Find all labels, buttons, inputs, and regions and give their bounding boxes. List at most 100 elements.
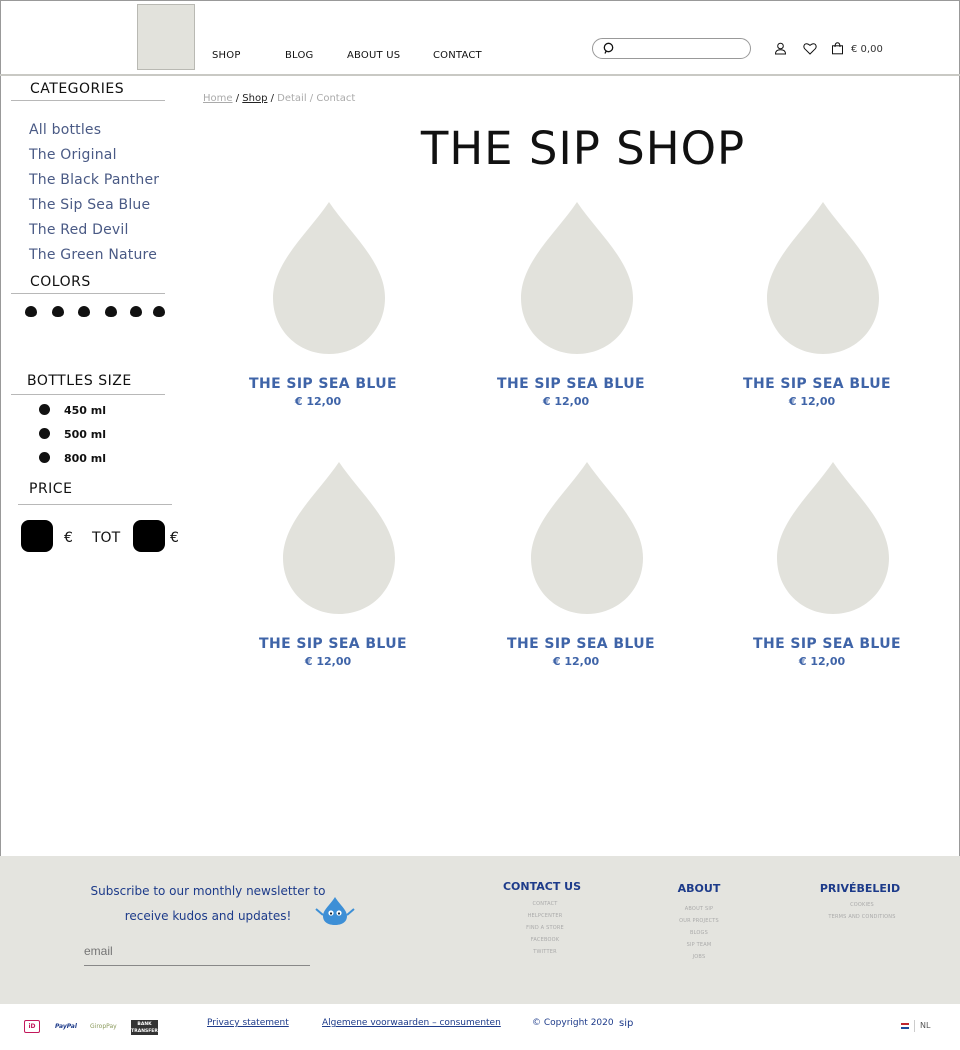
cart-icon[interactable] (831, 42, 844, 55)
dutch-flag-icon[interactable] (901, 1023, 909, 1029)
privacy-statement-link[interactable]: Privacy statement (207, 1018, 289, 1028)
footer-link[interactable]: ABOUT SIP (659, 903, 739, 915)
size-radio[interactable] (39, 428, 50, 439)
heart-icon[interactable] (803, 42, 817, 55)
product-name[interactable]: THE SIP SEA BLUE (223, 376, 423, 392)
search-bar[interactable] (592, 38, 751, 59)
giropay-logo: GiropPay (90, 1023, 117, 1030)
categories-divider (11, 100, 165, 101)
nav-shop[interactable]: SHOP (212, 50, 241, 61)
product-card[interactable]: THE SIP SEA BLUE € 12,00 (223, 202, 423, 422)
ideal-logo: iD (24, 1020, 40, 1033)
colors-title: COLORS (30, 274, 91, 290)
color-swatch[interactable] (105, 306, 117, 317)
footer-about-title: ABOUT (677, 882, 721, 895)
footer-privacy-links: COOKIES TERMS AND CONDITIONS (810, 899, 914, 923)
nav-blog[interactable]: BLOG (285, 50, 314, 61)
product-image-placeholder[interactable] (531, 462, 643, 614)
product-name[interactable]: THE SIP SEA BLUE (233, 636, 433, 652)
header-divider (0, 74, 960, 76)
logo-placeholder[interactable] (137, 4, 195, 70)
category-red-devil[interactable]: The Red Devil (29, 222, 129, 238)
language-divider (914, 1020, 915, 1032)
cart-total: € 0,00 (851, 44, 883, 55)
footer-link[interactable]: CONTACT (505, 898, 585, 910)
footer-link[interactable]: SIP TEAM (659, 939, 739, 951)
breadcrumb-shop[interactable]: Shop (242, 93, 267, 104)
footer-link[interactable]: JOBS (659, 951, 739, 963)
product-price: € 12,00 (552, 655, 600, 668)
language-selector[interactable]: NL (920, 1021, 930, 1030)
breadcrumb: Home / Shop / Detail / Contact (203, 93, 355, 104)
nav-about-us[interactable]: ABOUT US (347, 50, 400, 61)
newsletter-email-field[interactable] (84, 936, 310, 966)
price-max-currency: € (170, 530, 179, 546)
bottles-size-title: BOTTLES SIZE (27, 373, 132, 389)
paypal-logo: PayPal (55, 1023, 77, 1030)
footer-link[interactable]: OUR PROJECTS (659, 915, 739, 927)
breadcrumb-separator: / (267, 93, 278, 104)
footer: Subscribe to our monthly newsletter to r… (0, 856, 960, 1004)
product-card[interactable]: THE SIP SEA BLUE € 12,00 (233, 462, 433, 682)
product-card[interactable]: THE SIP SEA BLUE € 12,00 (727, 462, 927, 682)
page-title: THE SIP SHOP (420, 122, 746, 175)
price-title: PRICE (29, 481, 73, 497)
breadcrumb-home[interactable]: Home (203, 93, 233, 104)
product-name[interactable]: THE SIP SEA BLUE (471, 376, 671, 392)
footer-link[interactable]: HELPCENTER (505, 910, 585, 922)
search-input[interactable] (623, 41, 743, 56)
terms-link[interactable]: Algemene voorwaarden – consumenten (322, 1018, 501, 1028)
breadcrumb-current: Detail / Contact (277, 93, 356, 104)
footer-link[interactable]: FACEBOOK (505, 934, 585, 946)
footer-link[interactable]: COOKIES (810, 899, 914, 911)
color-swatch[interactable] (52, 306, 64, 317)
category-sip-sea-blue[interactable]: The Sip Sea Blue (29, 197, 150, 213)
bank-transfer-logo: BANK TRANSFER (131, 1020, 158, 1035)
user-icon[interactable] (774, 42, 787, 55)
product-name[interactable]: THE SIP SEA BLUE (481, 636, 681, 652)
price-max-input[interactable] (133, 520, 165, 552)
bottles-size-divider (11, 394, 165, 395)
product-price: € 12,00 (798, 655, 846, 668)
footer-link[interactable]: TWITTER (505, 946, 585, 958)
product-image-placeholder[interactable] (283, 462, 395, 614)
footer-link[interactable]: BLOGS (659, 927, 739, 939)
price-divider (18, 504, 172, 505)
newsletter-text: Subscribe to our monthly newsletter to r… (80, 879, 336, 929)
color-swatch[interactable] (78, 306, 90, 317)
product-image-placeholder[interactable] (273, 202, 385, 354)
product-card[interactable]: THE SIP SEA BLUE € 12,00 (481, 462, 681, 682)
size-label: 450 ml (64, 404, 107, 417)
category-green-nature[interactable]: The Green Nature (29, 247, 157, 263)
price-min-currency: € (64, 530, 73, 546)
color-swatch[interactable] (130, 306, 142, 317)
product-price: € 12,00 (542, 395, 590, 408)
product-name[interactable]: THE SIP SEA BLUE (717, 376, 917, 392)
color-swatch[interactable] (153, 306, 165, 317)
product-image-placeholder[interactable] (767, 202, 879, 354)
footer-link[interactable]: TERMS AND CONDITIONS (810, 911, 914, 923)
product-card[interactable]: THE SIP SEA BLUE € 12,00 (471, 202, 671, 422)
search-icon (603, 42, 614, 54)
water-drop-mascot-icon (315, 897, 355, 925)
size-radio[interactable] (39, 404, 50, 415)
footer-contact-title: CONTACT US (502, 880, 582, 893)
size-radio[interactable] (39, 452, 50, 463)
product-image-placeholder[interactable] (521, 202, 633, 354)
newsletter-line-2: receive kudos and updates! (124, 909, 292, 923)
copyright-text: © Copyright 2020 (532, 1018, 614, 1028)
footer-contact-links: CONTACT HELPCENTER FIND A STORE FACEBOOK… (505, 898, 585, 958)
product-price: € 12,00 (294, 395, 342, 408)
color-swatch[interactable] (25, 306, 37, 317)
nav-contact[interactable]: CONTACT (433, 50, 482, 61)
footer-link[interactable]: FIND A STORE (505, 922, 585, 934)
categories-title: CATEGORIES (30, 81, 125, 97)
product-card[interactable]: THE SIP SEA BLUE € 12,00 (717, 202, 917, 422)
product-price: € 12,00 (304, 655, 352, 668)
sip-brand-text: sip (619, 1018, 634, 1029)
price-min-input[interactable] (21, 520, 53, 552)
breadcrumb-separator: / (232, 93, 243, 104)
newsletter-line-1: Subscribe to our monthly newsletter to (90, 884, 326, 898)
product-image-placeholder[interactable] (777, 462, 889, 614)
product-name[interactable]: THE SIP SEA BLUE (727, 636, 927, 652)
